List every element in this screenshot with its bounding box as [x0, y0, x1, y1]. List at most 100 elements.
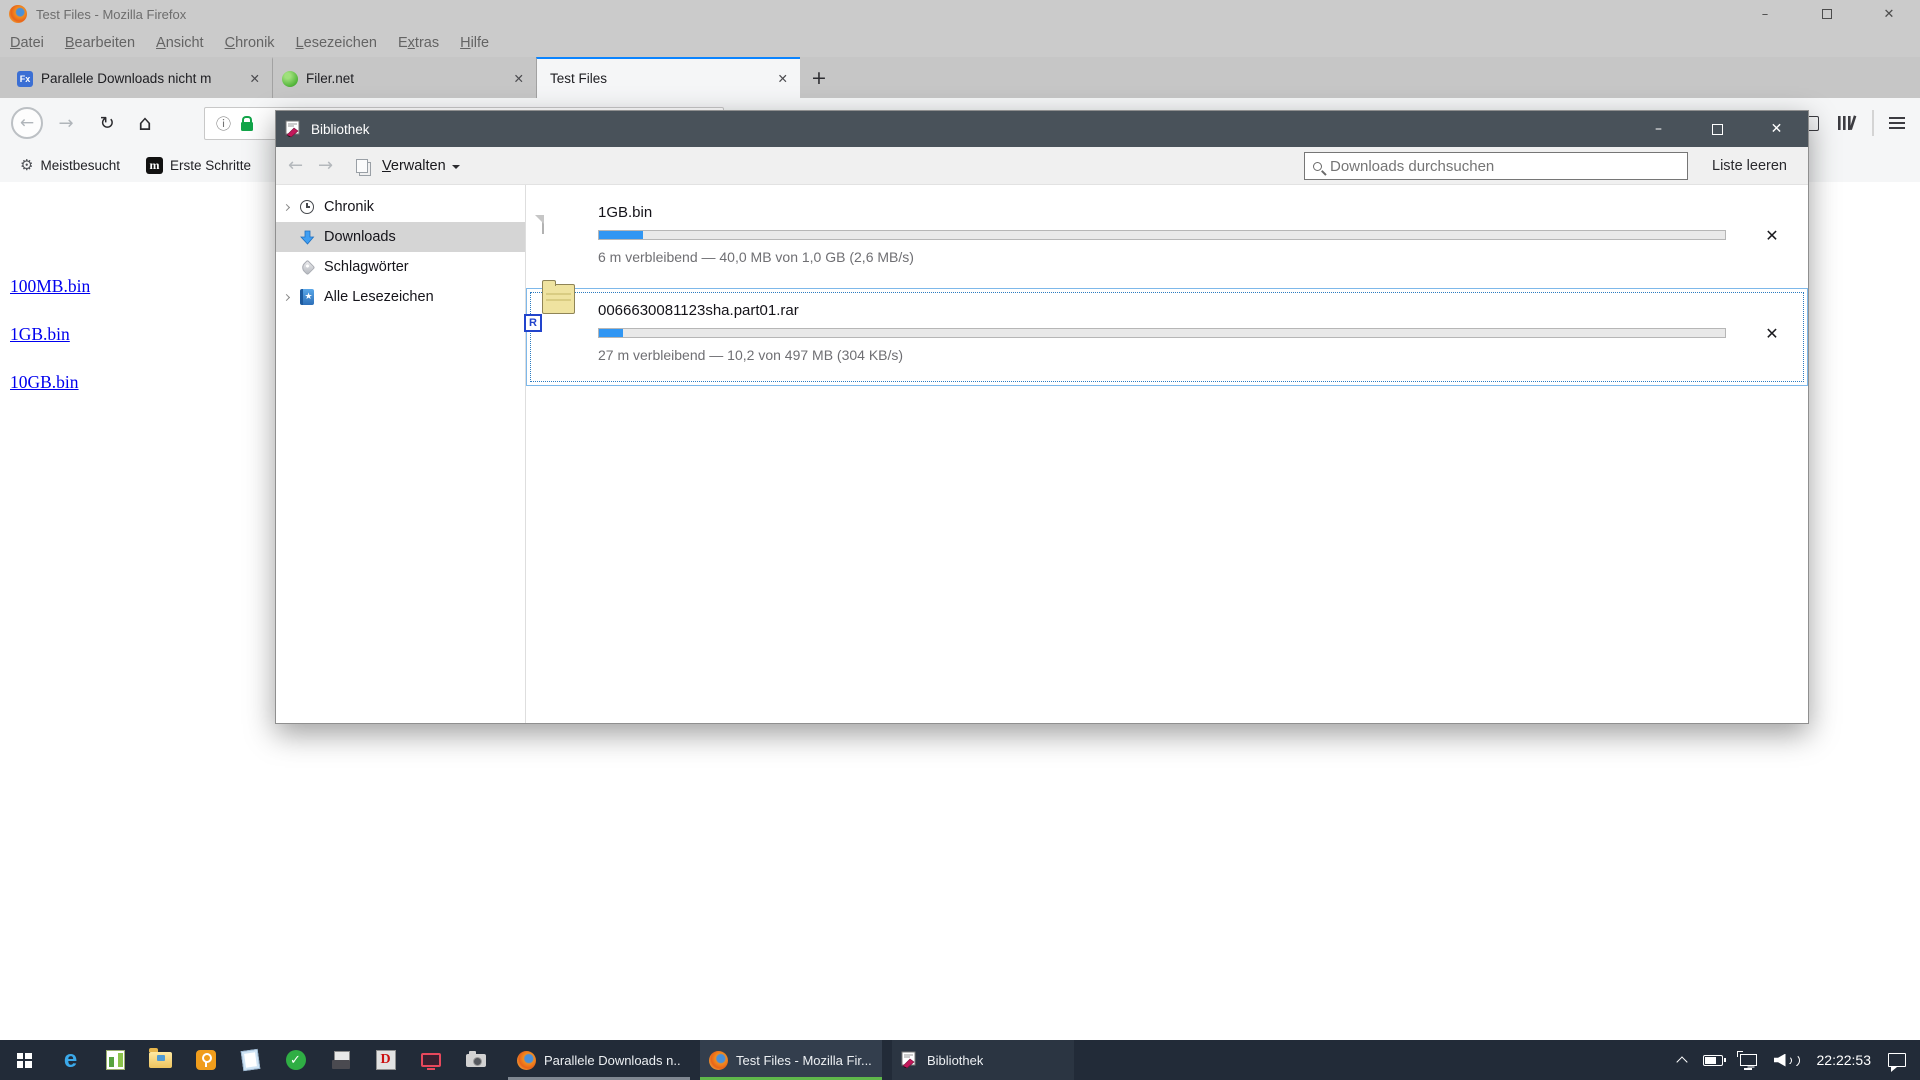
taskbar-notes-button[interactable] [93, 1040, 138, 1080]
home-button[interactable]: ⌂ [128, 98, 162, 148]
camera-icon [466, 1054, 486, 1067]
taskbar-camera-button[interactable] [453, 1040, 498, 1080]
chevron-down-icon [452, 165, 460, 169]
tab-test-files[interactable]: Test Files ✕ [536, 57, 800, 98]
toolbar-divider [1872, 110, 1874, 136]
taskbar-monitor-button[interactable] [408, 1040, 453, 1080]
organize-pages-icon [356, 147, 368, 184]
taskbar-keepass-button[interactable] [183, 1040, 228, 1080]
taskbar-window-parallele-downloads[interactable]: Parallele Downloads n... [508, 1040, 690, 1080]
library-window-icon [901, 1051, 919, 1069]
bookmark-erste-schritte[interactable]: m Erste Schritte [146, 157, 251, 174]
downloads-list: 1GB.bin 6 m verbleibend — 40,0 MB von 1,… [526, 185, 1808, 723]
action-center-icon[interactable] [1888, 1053, 1906, 1067]
link-1gb-bin[interactable]: 1GB.bin [10, 324, 90, 345]
library-maximize-button[interactable] [1688, 111, 1747, 147]
tab-close-icon[interactable]: ✕ [775, 69, 791, 88]
download-row-rar[interactable]: R 0066630081123sha.part01.rar 27 m verbl… [526, 288, 1808, 386]
library-back-button[interactable]: ← [288, 147, 303, 184]
taskbar-reader-button[interactable] [318, 1040, 363, 1080]
bookmarks-book-icon: ★ [300, 289, 314, 305]
menu-extras[interactable]: Extras [398, 35, 439, 51]
verwalten-dropdown[interactable]: Verwalten [382, 147, 460, 184]
filer-green-globe-icon [282, 71, 298, 87]
network-icon[interactable] [1740, 1054, 1757, 1066]
taskbar-notepad-button[interactable] [228, 1040, 273, 1080]
tab-parallele-downloads[interactable]: Fx Parallele Downloads nicht m ✕ [8, 57, 272, 98]
tab-filer-net[interactable]: Filer.net ✕ [272, 57, 536, 98]
menu-ansicht[interactable]: Ansicht [156, 35, 204, 51]
start-button[interactable] [0, 1040, 48, 1080]
taskbar-explorer-button[interactable] [138, 1040, 183, 1080]
tab-close-icon[interactable]: ✕ [511, 69, 527, 88]
menu-chronik[interactable]: Chronik [225, 35, 275, 51]
library-window: Bibliothek – ✕ ← → Verwalten Downloads d… [275, 110, 1809, 724]
window-maximize-button[interactable] [1796, 0, 1858, 28]
clock[interactable]: 22:22:53 [1817, 1052, 1872, 1068]
back-arrow-icon: ← [11, 107, 43, 139]
edge-icon: e [64, 1048, 77, 1072]
download-progressbar [598, 328, 1726, 338]
tab-close-icon[interactable]: ✕ [247, 69, 263, 88]
tray-expand-chevron-icon[interactable] [1676, 1056, 1687, 1067]
forward-button[interactable]: → [50, 98, 82, 148]
fx-favicon: Fx [17, 71, 33, 87]
library-button[interactable] [1832, 98, 1862, 148]
library-forward-button[interactable]: → [318, 147, 333, 184]
taskbar-d-tool-button[interactable]: D [363, 1040, 408, 1080]
download-progressbar [598, 230, 1726, 240]
window-minimize-button[interactable]: – [1734, 0, 1796, 28]
library-minimize-button[interactable]: – [1629, 111, 1688, 147]
clear-list-button[interactable]: Liste leeren [1704, 147, 1795, 184]
sidebar-item-alle-lesezeichen[interactable]: ★ Alle Lesezeichen [276, 282, 525, 312]
taskbar-edge-button[interactable]: e [48, 1040, 93, 1080]
library-toolbar: ← → Verwalten Downloads durchsuchen List… [276, 147, 1808, 185]
menu-bearbeiten[interactable]: Bearbeiten [65, 35, 135, 51]
browser-titlebar: Test Files - Mozilla Firefox – ✕ [0, 0, 1920, 28]
chevron-right-icon[interactable] [283, 293, 290, 300]
library-titlebar: Bibliothek – ✕ [276, 111, 1808, 147]
download-filename: 0066630081123sha.part01.rar [598, 302, 1807, 319]
sidebar-item-schlagwoerter[interactable]: Schlagwörter [276, 252, 525, 282]
maximize-icon [1712, 124, 1723, 135]
notes-icon [106, 1050, 125, 1070]
window-close-button[interactable]: ✕ [1858, 0, 1920, 28]
library-books-icon [1836, 114, 1858, 132]
hamburger-icon [1889, 117, 1905, 129]
tab-bar: Fx Parallele Downloads nicht m ✕ Filer.n… [0, 57, 1920, 98]
menu-button[interactable] [1884, 98, 1910, 148]
link-100mb-bin[interactable]: 100MB.bin [10, 276, 90, 297]
menu-datei[interactable]: Datei [10, 35, 44, 51]
cancel-download-button[interactable]: ✕ [1761, 224, 1783, 246]
menu-bar: Datei Bearbeiten Ansicht Chronik Lesezei… [0, 28, 1920, 57]
taskbar-antivirus-button[interactable]: ✓ [273, 1040, 318, 1080]
d-letter-icon: D [376, 1050, 396, 1070]
gear-icon: ⚙ [20, 156, 33, 174]
library-close-button[interactable]: ✕ [1747, 111, 1806, 147]
folder-icon [149, 1052, 172, 1068]
bookmark-meistbesucht[interactable]: ⚙ Meistbesucht [20, 156, 120, 174]
speaker-icon[interactable] [1774, 1054, 1800, 1067]
menu-lesezeichen[interactable]: Lesezeichen [296, 35, 377, 51]
new-tab-button[interactable]: + [800, 57, 838, 98]
windows-logo-icon [17, 1053, 32, 1068]
link-10gb-bin[interactable]: 10GB.bin [10, 372, 90, 393]
menu-hilfe[interactable]: Hilfe [460, 35, 489, 51]
taskbar-window-bibliothek[interactable]: Bibliothek [892, 1040, 1074, 1080]
reload-button[interactable]: ↻ [90, 98, 124, 148]
sidebar-item-downloads[interactable]: Downloads [276, 222, 525, 252]
page-info-icon[interactable]: ⓘ [216, 113, 231, 134]
download-status: 27 m verbleibend — 10,2 von 497 MB (304 … [598, 347, 1807, 363]
battery-icon[interactable] [1703, 1055, 1723, 1066]
download-row-1gb[interactable]: 1GB.bin 6 m verbleibend — 40,0 MB von 1,… [526, 190, 1808, 288]
downloads-search-input[interactable]: Downloads durchsuchen [1304, 152, 1688, 180]
taskbar-window-test-files[interactable]: Test Files - Mozilla Fir... [700, 1040, 882, 1080]
generic-file-icon [542, 215, 544, 234]
download-filename: 1GB.bin [598, 204, 1807, 221]
https-lock-icon[interactable] [241, 122, 253, 131]
search-placeholder: Downloads durchsuchen [1330, 158, 1494, 175]
sidebar-item-chronik[interactable]: Chronik [276, 192, 525, 222]
chevron-right-icon[interactable] [283, 203, 290, 210]
cancel-download-button[interactable]: ✕ [1761, 322, 1783, 344]
back-button[interactable]: ← [8, 98, 46, 148]
